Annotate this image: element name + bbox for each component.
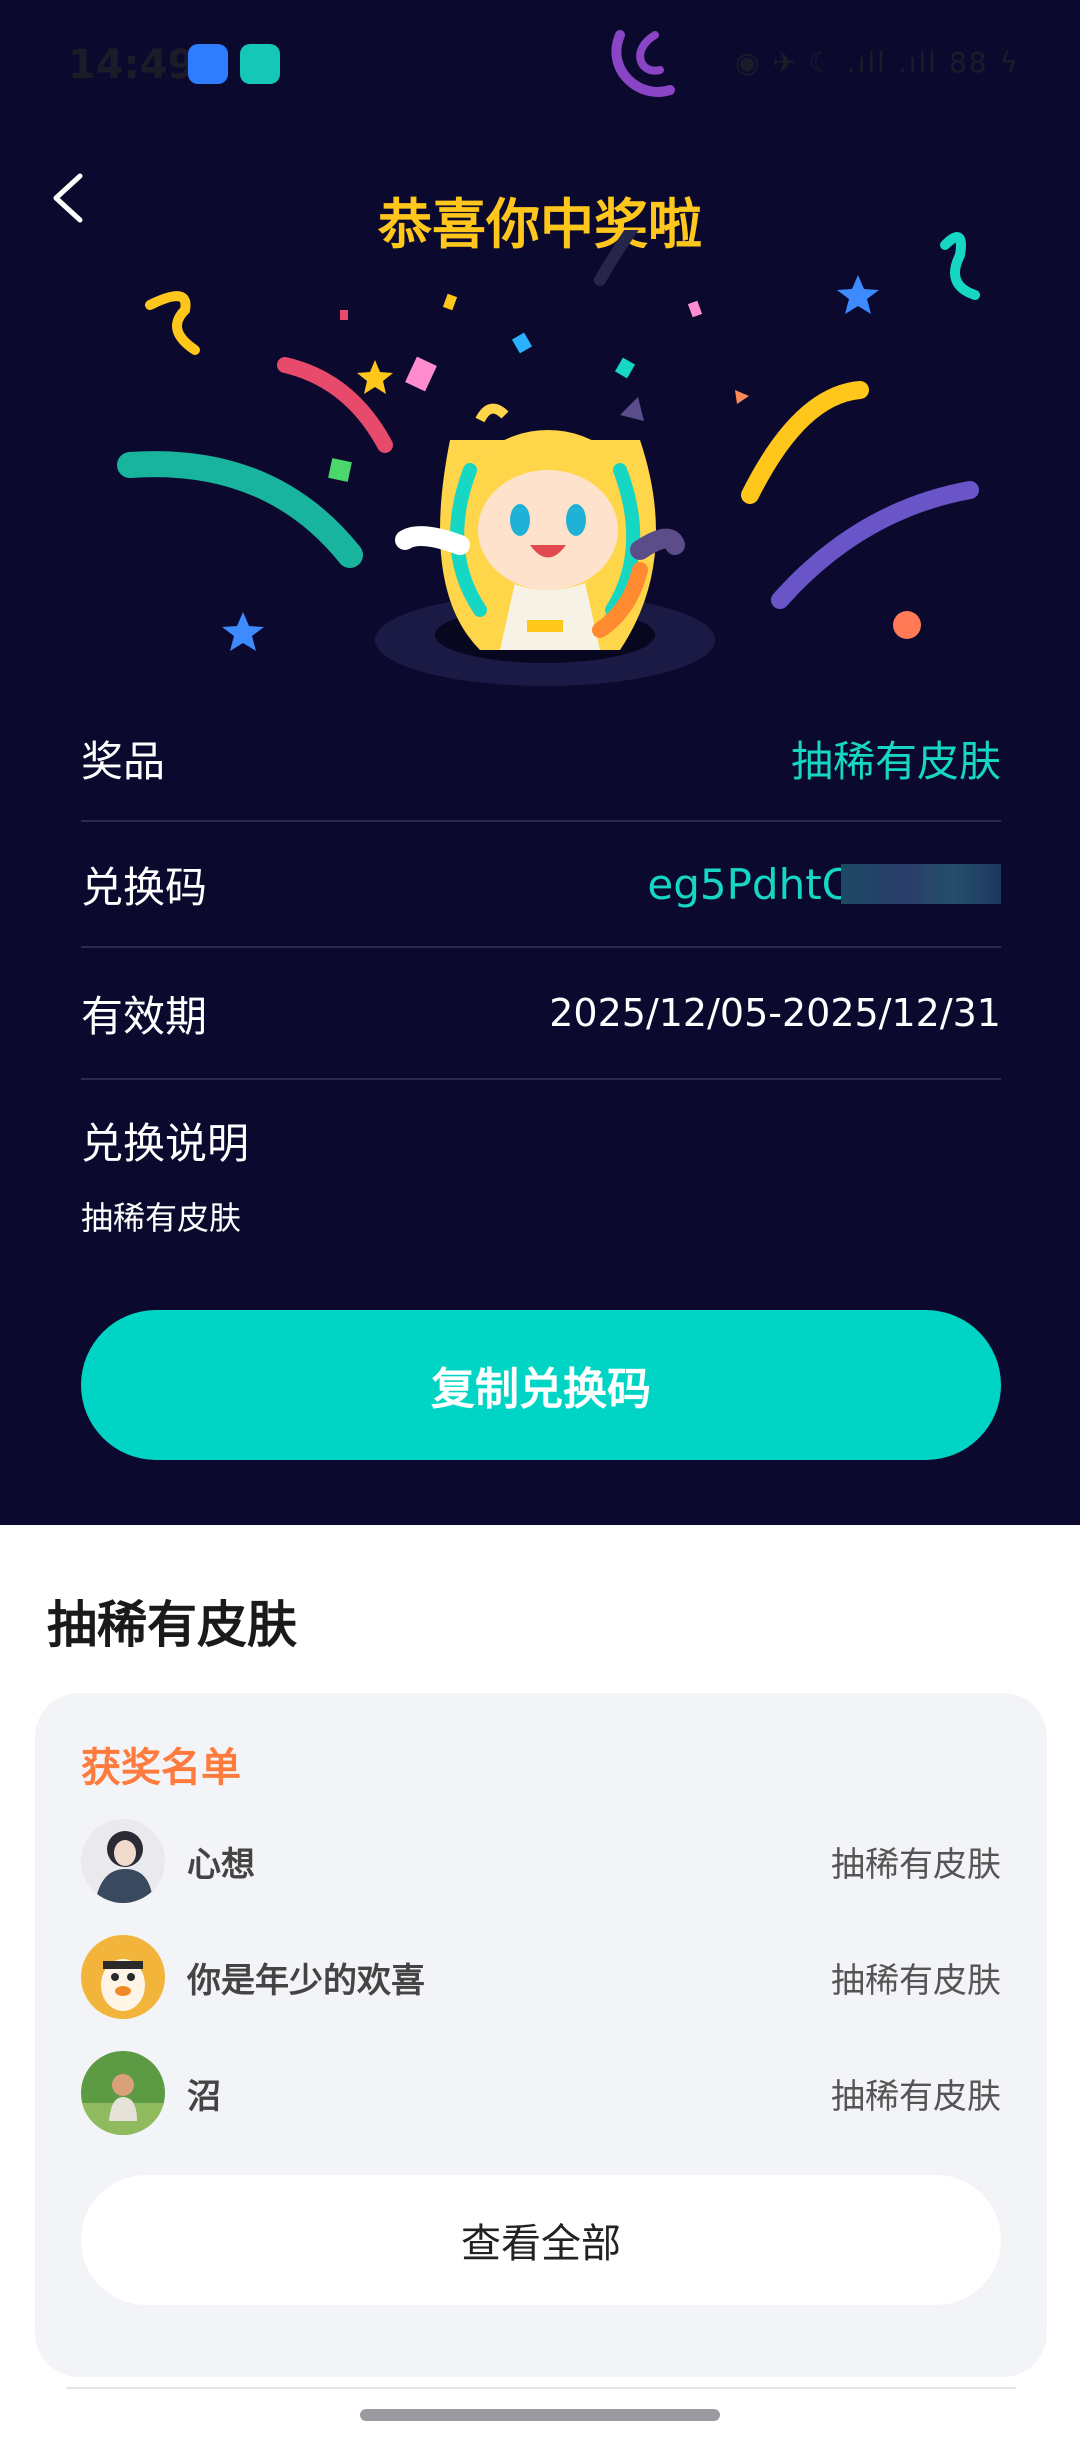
code-blur-mask xyxy=(841,864,1001,904)
winners-heading: 获奖名单 xyxy=(81,1745,241,1791)
prize-info-list: 奖品 抽稀有皮肤 兑换码 eg5PdhtC 有效期 2025/12/05-202… xyxy=(81,696,1001,1080)
winners-section: 抽稀有皮肤 获奖名单 心想 抽稀有皮肤 你是年少的欢喜 抽稀有皮肤 沼 抽稀有皮… xyxy=(0,1525,1080,2438)
section-title: 抽稀有皮肤 xyxy=(47,1596,297,1654)
view-all-button[interactable]: 查看全部 xyxy=(81,2175,1001,2305)
winner-row: 你是年少的欢喜 抽稀有皮肤 xyxy=(81,1935,1001,2019)
code-label: 兑换码 xyxy=(81,862,208,912)
divider xyxy=(66,2387,1016,2389)
swirl-decoration-icon xyxy=(611,30,675,97)
winner-prize: 抽稀有皮肤 xyxy=(831,1844,1001,1885)
prize-top-section: 14:49 ◉ ✈ ☾ .ıll .ıll 88 ϟ 恭喜你中奖啦 奖品 抽稀有… xyxy=(0,0,1080,1525)
winners-card: 获奖名单 心想 抽稀有皮肤 你是年少的欢喜 抽稀有皮肤 沼 抽稀有皮肤 查看全部 xyxy=(35,1693,1047,2377)
validity-value: 2025/12/05-2025/12/31 xyxy=(549,991,1001,1035)
status-indicators: ◉ ✈ ☾ .ıll .ıll 88 ϟ xyxy=(735,46,1020,79)
status-time: 14:49 xyxy=(68,42,196,88)
avatar[interactable] xyxy=(81,2051,165,2135)
winner-prize: 抽稀有皮肤 xyxy=(831,2076,1001,2117)
winner-name: 沼 xyxy=(187,2076,221,2117)
prize-row: 奖品 抽稀有皮肤 xyxy=(81,696,1001,822)
winner-name: 心想 xyxy=(187,1844,255,1885)
code-row: 兑换码 eg5PdhtC xyxy=(81,822,1001,948)
celebration-illustration xyxy=(117,230,980,686)
winner-prize: 抽稀有皮肤 xyxy=(831,1960,1001,2001)
description-label: 兑换说明 xyxy=(81,1119,250,1168)
description-text: 抽稀有皮肤 xyxy=(81,1199,242,1237)
voice-app-icon xyxy=(188,44,228,84)
top-app-icon xyxy=(240,44,280,84)
winner-row: 心想 抽稀有皮肤 xyxy=(81,1819,1001,1903)
winner-name: 你是年少的欢喜 xyxy=(187,1960,425,2001)
winner-row: 沼 抽稀有皮肤 xyxy=(81,2051,1001,2135)
validity-row: 有效期 2025/12/05-2025/12/31 xyxy=(81,948,1001,1080)
avatar[interactable] xyxy=(81,1819,165,1903)
prize-label: 奖品 xyxy=(81,736,166,786)
status-bar: 14:49 ◉ ✈ ☾ .ıll .ıll 88 ϟ xyxy=(0,30,1080,110)
validity-label: 有效期 xyxy=(81,991,208,1041)
prize-value: 抽稀有皮肤 xyxy=(790,736,1001,786)
code-value[interactable]: eg5PdhtC xyxy=(647,860,851,909)
avatar[interactable] xyxy=(81,1935,165,2019)
copy-code-button[interactable]: 复制兑换码 xyxy=(81,1310,1001,1460)
home-indicator[interactable] xyxy=(360,2409,720,2421)
